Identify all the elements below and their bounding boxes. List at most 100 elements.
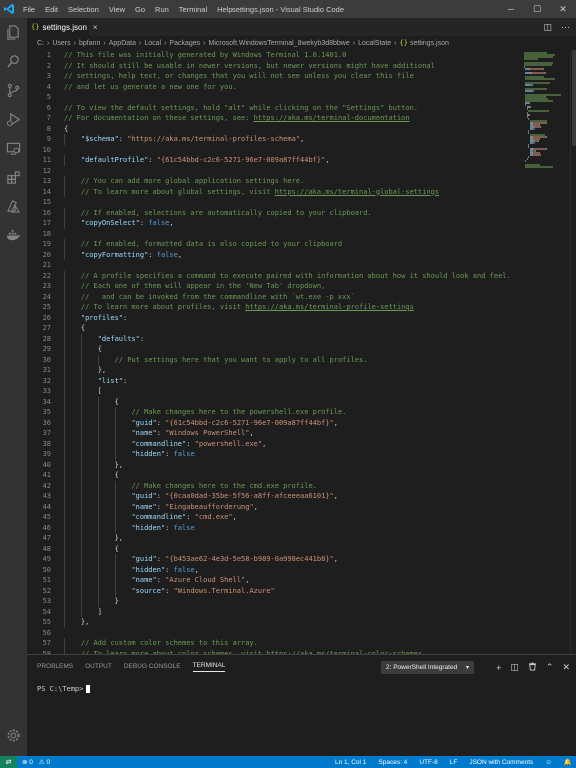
terminal-output[interactable]: PS C:\Temp>	[37, 685, 91, 693]
menu-view[interactable]: View	[104, 5, 130, 14]
code-line[interactable]: 15	[27, 197, 522, 208]
code-line[interactable]: 1 // This file was initially generated by…	[27, 50, 522, 61]
breadcrumb-item[interactable]: Local	[144, 40, 161, 47]
maximize-panel-icon[interactable]: ⌃	[546, 662, 554, 673]
code-line[interactable]: 4 // and let us generate a new one for yo…	[27, 82, 522, 93]
code-line[interactable]: 46 "hidden": false	[27, 522, 522, 533]
close-window-button[interactable]: ✕	[550, 0, 576, 18]
code-line[interactable]: 57 // Add custom color schemes to this a…	[27, 638, 522, 649]
code-line[interactable]: 41 {	[27, 470, 522, 481]
docker-icon[interactable]	[0, 221, 27, 250]
tab-debug-console[interactable]: DEBUG CONSOLE	[124, 663, 181, 672]
language-mode[interactable]: JSON with Comments	[469, 759, 533, 766]
code-line[interactable]: 26 "profiles":	[27, 312, 522, 323]
menu-go[interactable]: Go	[130, 5, 150, 14]
code-line[interactable]: 52 "source": "Windows.Terminal.Azure"	[27, 585, 522, 596]
scrollbar-thumb[interactable]	[572, 50, 576, 146]
menu-selection[interactable]: Selection	[63, 5, 104, 14]
split-editor-icon[interactable]: ◫	[543, 22, 552, 33]
code-line[interactable]: 33 [	[27, 386, 522, 397]
code-line[interactable]: 42 // Make changes here to the cmd.exe p…	[27, 480, 522, 491]
tab-settings-json[interactable]: {} settings.json ×	[27, 18, 98, 36]
breadcrumb-item[interactable]: Microsoft.WindowsTerminal_8wekyb3d8bbwe	[209, 40, 350, 47]
tab-output[interactable]: OUTPUT	[85, 663, 112, 672]
code-line[interactable]: 53 }	[27, 596, 522, 607]
code-line[interactable]: 49 "guid": "{b453ae62-4e3d-5e58-b989-0a9…	[27, 554, 522, 565]
minimize-button[interactable]: ─	[498, 0, 524, 18]
code-line[interactable]: 9 "$schema": "https://aka.ms/terminal-pr…	[27, 134, 522, 145]
code-line[interactable]: 51 "name": "Azure Cloud Shell",	[27, 575, 522, 586]
errors-count[interactable]: ⊗ 0	[22, 758, 33, 766]
run-debug-icon[interactable]	[0, 105, 27, 134]
code-line[interactable]: 37 "name": "Windows PowerShell",	[27, 428, 522, 439]
breadcrumb-item[interactable]: LocalState	[358, 40, 391, 47]
more-actions-icon[interactable]: ···	[561, 22, 570, 32]
code-line[interactable]: 22 // A profile specifies a command to e…	[27, 270, 522, 281]
code-line[interactable]: 48 {	[27, 543, 522, 554]
code-editor[interactable]: 1 // This file was initially generated by…	[27, 50, 522, 654]
notifications-icon[interactable]: 🔔	[564, 758, 572, 766]
code-line[interactable]: 27 {	[27, 323, 522, 334]
breadcrumb-item[interactable]: Users	[52, 40, 70, 47]
code-line[interactable]: 21	[27, 260, 522, 271]
breadcrumb-item[interactable]: AppData	[109, 40, 136, 47]
code-line[interactable]: 20 "copyFormatting": false,	[27, 249, 522, 260]
files-icon[interactable]	[0, 18, 27, 47]
code-line[interactable]: 40 },	[27, 459, 522, 470]
remote-indicator-icon[interactable]: ⇄	[0, 756, 17, 768]
breadcrumb-item[interactable]: Packages	[169, 40, 200, 47]
code-line[interactable]: 11 "defaultProfile": "{61c54bbd-c2c6-527…	[27, 155, 522, 166]
link-text[interactable]: https://aka.ms/terminal-global-settings	[275, 188, 439, 196]
code-line[interactable]: 28 "defaults":	[27, 333, 522, 344]
code-line[interactable]: 17 "copyOnSelect": false,	[27, 218, 522, 229]
tab-close-icon[interactable]: ×	[93, 23, 98, 32]
breadcrumb-item[interactable]: C:	[37, 40, 44, 47]
code-line[interactable]: 12	[27, 166, 522, 177]
menu-run[interactable]: Run	[150, 5, 174, 14]
code-line[interactable]: 31 },	[27, 365, 522, 376]
link-text[interactable]: https://aka.ms/terminal-documentation	[254, 114, 410, 122]
editor-scrollbar[interactable]	[570, 50, 576, 654]
new-terminal-icon[interactable]: +	[496, 663, 501, 673]
code-line[interactable]: 25 // To learn more about profiles, visi…	[27, 302, 522, 313]
tab-problems[interactable]: PROBLEMS	[37, 663, 73, 672]
code-line[interactable]: 56	[27, 628, 522, 639]
azure-icon[interactable]	[0, 192, 27, 221]
code-line[interactable]: 55 },	[27, 617, 522, 628]
extensions-icon[interactable]	[0, 163, 27, 192]
code-line[interactable]: 47 },	[27, 533, 522, 544]
code-line[interactable]: 35 // Make changes here to the powershel…	[27, 407, 522, 418]
code-line[interactable]: 43 "guid": "{0caa0dad-35be-5f56-a8ff-afc…	[27, 491, 522, 502]
remote-explorer-icon[interactable]	[0, 134, 27, 163]
kill-terminal-icon[interactable]	[528, 662, 537, 673]
indentation[interactable]: Spaces: 4	[378, 759, 407, 766]
code-line[interactable]: 14 // To learn more about global setting…	[27, 186, 522, 197]
code-line[interactable]: 38 "commandline": "powershell.exe",	[27, 438, 522, 449]
breadcrumb-item[interactable]: bpfann	[79, 40, 100, 47]
code-line[interactable]: 24 // and can be invoked from the comman…	[27, 291, 522, 302]
source-control-icon[interactable]	[0, 76, 27, 105]
menu-help[interactable]: Help	[212, 5, 237, 14]
code-line[interactable]: 54 ]	[27, 606, 522, 617]
code-line[interactable]: 39 "hidden": false	[27, 449, 522, 460]
cursor-position[interactable]: Ln 1, Col 1	[335, 759, 366, 766]
end-of-line[interactable]: LF	[450, 759, 458, 766]
code-line[interactable]: 3 // settings, help text, or changes that…	[27, 71, 522, 82]
warnings-count[interactable]: ⚠ 0	[39, 758, 50, 766]
code-line[interactable]: 10	[27, 145, 522, 156]
menu-terminal[interactable]: Terminal	[174, 5, 212, 14]
close-panel-icon[interactable]: ✕	[562, 662, 570, 673]
code-line[interactable]: 16 // If enabled, selections are automat…	[27, 207, 522, 218]
menu-file[interactable]: File	[18, 5, 40, 14]
encoding[interactable]: UTF-8	[419, 759, 437, 766]
settings-gear-icon[interactable]	[0, 721, 27, 750]
split-terminal-icon[interactable]: ◫	[510, 662, 519, 673]
code-line[interactable]: 6 // To view the default settings, hold "…	[27, 103, 522, 114]
tab-terminal[interactable]: TERMINAL	[192, 662, 226, 672]
minimap[interactable]	[522, 50, 570, 654]
maximize-button[interactable]: ☐	[524, 0, 550, 18]
code-line[interactable]: 18	[27, 229, 522, 240]
code-line[interactable]: 45 "commandline": "cmd.exe",	[27, 512, 522, 523]
breadcrumb-item[interactable]: settings.json	[410, 40, 449, 47]
code-line[interactable]: 32 "list":	[27, 375, 522, 386]
